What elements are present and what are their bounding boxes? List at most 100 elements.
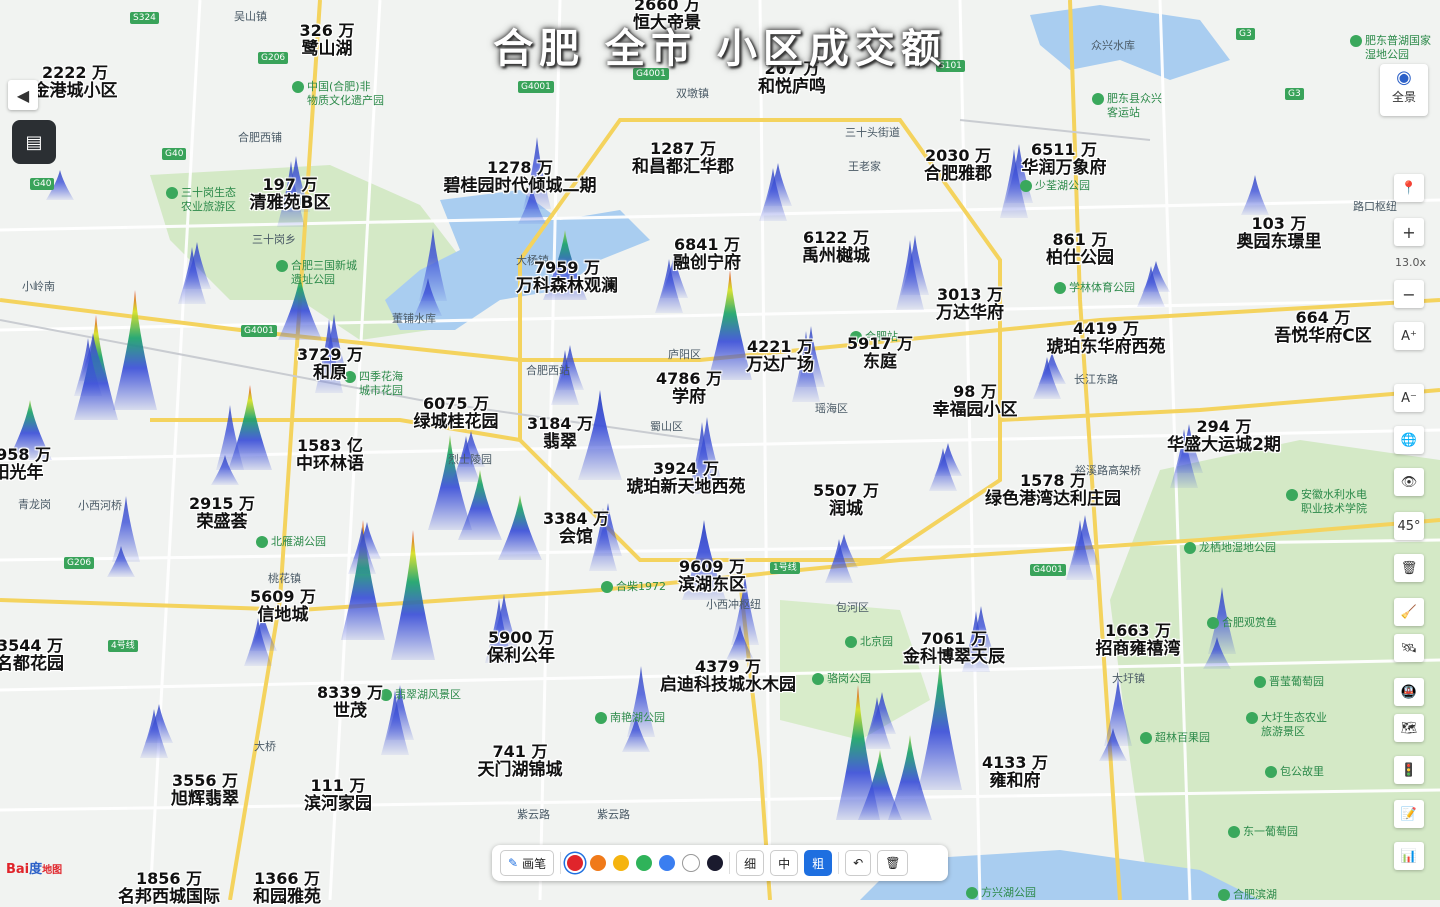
community-price-label[interactable]: 1663 万招商雍禧湾	[1058, 622, 1218, 659]
community-value: 3544 万	[0, 636, 64, 655]
tilt-button[interactable]: 45°	[1394, 512, 1424, 540]
poi-item[interactable]: 安徽水利水电 职业技术学院	[1286, 488, 1367, 516]
globe-button[interactable]: 🌐	[1394, 426, 1424, 454]
community-price-label[interactable]: 1583 亿中环林语	[250, 437, 410, 474]
community-price-label[interactable]: 3924 万琥珀新天地西苑	[606, 460, 766, 497]
community-price-label[interactable]: 664 万吾悦华府C区	[1243, 309, 1403, 346]
community-price-label[interactable]: 5507 万润城	[766, 482, 926, 519]
poi-name: 安徽水利水电 职业技术学院	[1301, 488, 1367, 515]
community-price-label[interactable]: 1366 万和园雅苑	[207, 870, 367, 907]
color-swatch[interactable]	[613, 855, 630, 871]
collapse-arrow-button[interactable]: ◀	[8, 80, 38, 110]
poi-item[interactable]: 大圩生态农业 旅游景区	[1246, 711, 1327, 739]
clear-button[interactable]: 🗑	[877, 850, 909, 876]
poi-item[interactable]: 超林百果园	[1140, 731, 1210, 745]
poi-marker-icon	[1246, 712, 1258, 724]
road-tag: G206	[64, 557, 95, 569]
metro-icon: 🚇	[1400, 684, 1418, 700]
community-price-label[interactable]: 4133 万雍和府	[935, 754, 1095, 791]
community-price-label[interactable]: 3384 万会馆	[496, 510, 656, 547]
community-price-label[interactable]: 3184 万翡翠	[480, 415, 640, 452]
place-label: 青龙岗	[18, 498, 51, 511]
size-thin-button[interactable]: 细	[736, 850, 765, 876]
community-price-label[interactable]: 5609 万信地城	[203, 588, 363, 625]
color-swatch[interactable]	[636, 855, 653, 871]
zoom-in-button[interactable]: +	[1394, 218, 1424, 246]
place-label: 三十岗乡	[252, 233, 296, 246]
undo-button[interactable]: ↶	[845, 850, 872, 876]
zoom-out-button[interactable]: −	[1394, 280, 1424, 308]
size-mid-button[interactable]: 中	[770, 850, 799, 876]
community-price-label[interactable]: 5917 万东庭	[800, 335, 960, 372]
community-price-label[interactable]: 197 万清雅苑B区	[210, 176, 370, 213]
poi-item[interactable]: 肥东县众兴 客运站	[1092, 92, 1162, 120]
location-button[interactable]: 📍	[1394, 174, 1424, 202]
community-price-label[interactable]: 9609 万滨湖东区	[632, 558, 792, 595]
community-price-label[interactable]: 7959 万万科森林观澜	[487, 258, 647, 296]
pen-button[interactable]: ✎ 画笔	[500, 850, 555, 876]
community-price-label[interactable]: 294 万华盛大运城2期	[1144, 418, 1304, 455]
community-price-label[interactable]: 103 万奥园东璟里	[1199, 215, 1359, 252]
community-price-label[interactable]: 7061 万金科博翠天辰	[874, 630, 1034, 667]
poi-item[interactable]: 方兴湖公园	[966, 886, 1036, 900]
community-price-label[interactable]: 4379 万启迪科技城水木园	[648, 658, 808, 695]
community-price-label[interactable]: 3013 万万达华府	[890, 286, 1050, 323]
font-decrease-button[interactable]: A⁻	[1394, 384, 1424, 412]
traffic-button[interactable]: 🚦	[1394, 756, 1424, 784]
poi-marker-icon	[595, 712, 607, 724]
community-value: 6122 万	[802, 228, 870, 247]
map-icon: 🗺	[1400, 720, 1418, 736]
community-price-label[interactable]: 1958 万阳光年	[0, 446, 98, 483]
size-thick-button[interactable]: 粗	[804, 850, 833, 876]
community-price-label[interactable]: 8339 万世茂	[270, 684, 430, 721]
community-price-label[interactable]: 4786 万学府	[609, 370, 769, 407]
poi-item[interactable]: 包公故里	[1265, 765, 1324, 779]
place-label: 紫云路	[597, 808, 630, 821]
color-swatches	[567, 854, 724, 872]
community-price-label[interactable]: 3544 万名都花园	[0, 636, 110, 674]
poi-item[interactable]: 中国(合肥)非 物质文化遗产园	[292, 80, 384, 108]
poi-item[interactable]: 骆岗公园	[812, 672, 871, 686]
community-price-label[interactable]: 861 万柏仕公园	[1000, 231, 1160, 268]
panorama-button[interactable]: ◉ 全景	[1380, 64, 1428, 116]
layer-panel-button[interactable]: ▤	[12, 120, 56, 164]
color-swatch[interactable]	[590, 855, 607, 871]
poi-item[interactable]: 合肥三国新城 遗址公园	[276, 259, 357, 287]
color-swatch[interactable]	[659, 855, 676, 871]
poi-item[interactable]: 学林体育公园	[1054, 281, 1135, 295]
poi-item[interactable]: 东一葡萄园	[1228, 825, 1298, 839]
community-price-label[interactable]: 111 万滨河家园	[258, 777, 418, 814]
community-price-label[interactable]: 1278 万碧桂园时代倾城二期	[440, 159, 600, 196]
color-swatch[interactable]	[682, 854, 701, 872]
poi-item[interactable]: 晋莹葡萄园	[1254, 675, 1324, 689]
note-icon: 📝	[1400, 806, 1418, 822]
community-price-label[interactable]: 2915 万荣盛荟	[142, 495, 302, 532]
chart-button[interactable]: 📊	[1394, 842, 1424, 870]
community-price-label[interactable]: 4419 万琥珀东华府西苑	[1026, 320, 1186, 357]
community-price-label[interactable]: 5900 万保利公年	[441, 629, 601, 666]
font-increase-button[interactable]: A⁺	[1394, 322, 1424, 350]
note-button[interactable]: 📝	[1394, 800, 1424, 828]
eye-button[interactable]: 👁	[1394, 468, 1424, 496]
community-price-label[interactable]: 1287 万和昌都汇华郡	[603, 140, 763, 177]
community-price-label[interactable]: 3729 万和原	[250, 346, 410, 383]
poi-marker-icon	[845, 636, 857, 648]
map-style-button[interactable]: 🗺	[1394, 714, 1424, 742]
brush-button[interactable]: 🧹	[1394, 598, 1424, 626]
community-price-label[interactable]: 1578 万绿色港湾达利庄园	[973, 472, 1133, 509]
community-price-label[interactable]: 6122 万禹州樾城	[756, 228, 916, 266]
trash-button[interactable]: 🗑	[1394, 554, 1424, 582]
poi-item[interactable]: 龙栖地湿地公园	[1184, 541, 1276, 555]
community-price-label[interactable]: 98 万幸福园小区	[895, 383, 1055, 420]
poi-item[interactable]: 南艳湖公园	[595, 711, 665, 725]
poi-item[interactable]: 北雁湖公园	[256, 535, 326, 549]
chevron-left-icon: ◀	[16, 85, 30, 105]
zoom-level: 13.0x	[1394, 256, 1426, 269]
community-value: 7959 万	[533, 258, 601, 277]
community-price-label[interactable]: 6511 万华润万象府	[984, 141, 1144, 178]
color-swatch[interactable]	[707, 855, 724, 871]
community-price-label[interactable]: 741 万天门湖锦城	[440, 743, 600, 780]
satellite-button[interactable]: 🛰	[1394, 634, 1424, 662]
metro-button[interactable]: 🚇	[1394, 678, 1424, 706]
color-swatch[interactable]	[567, 855, 584, 871]
